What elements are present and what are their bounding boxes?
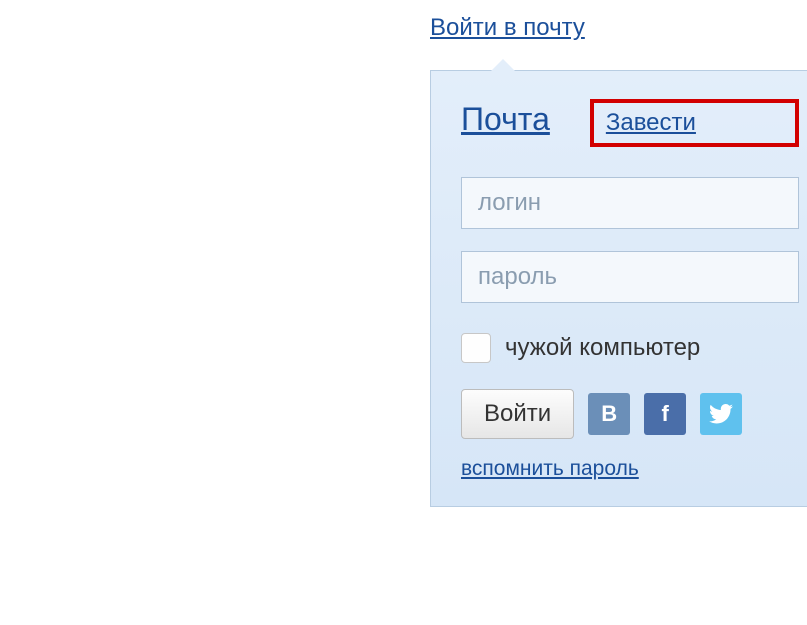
foreign-computer-label: чужой компьютер: [505, 334, 700, 362]
register-highlight-box: Завести: [590, 99, 799, 147]
login-button[interactable]: Войти: [461, 389, 574, 439]
login-mail-link[interactable]: Войти в почту: [430, 14, 585, 42]
remember-password-link[interactable]: вспомнить пароль: [461, 457, 639, 480]
popup-header: Почта Завести: [461, 99, 799, 147]
twitter-icon[interactable]: [700, 393, 742, 435]
login-input[interactable]: [461, 177, 799, 229]
action-row: Войти B f: [461, 389, 799, 439]
register-link[interactable]: Завести: [606, 109, 696, 136]
vk-icon[interactable]: B: [588, 393, 630, 435]
password-input[interactable]: [461, 251, 799, 303]
foreign-computer-checkbox[interactable]: [461, 333, 491, 363]
login-popup: Почта Завести чужой компьютер Войти B f …: [430, 70, 807, 507]
foreign-computer-row: чужой компьютер: [461, 333, 799, 363]
mail-title-link[interactable]: Почта: [461, 101, 550, 138]
facebook-icon[interactable]: f: [644, 393, 686, 435]
